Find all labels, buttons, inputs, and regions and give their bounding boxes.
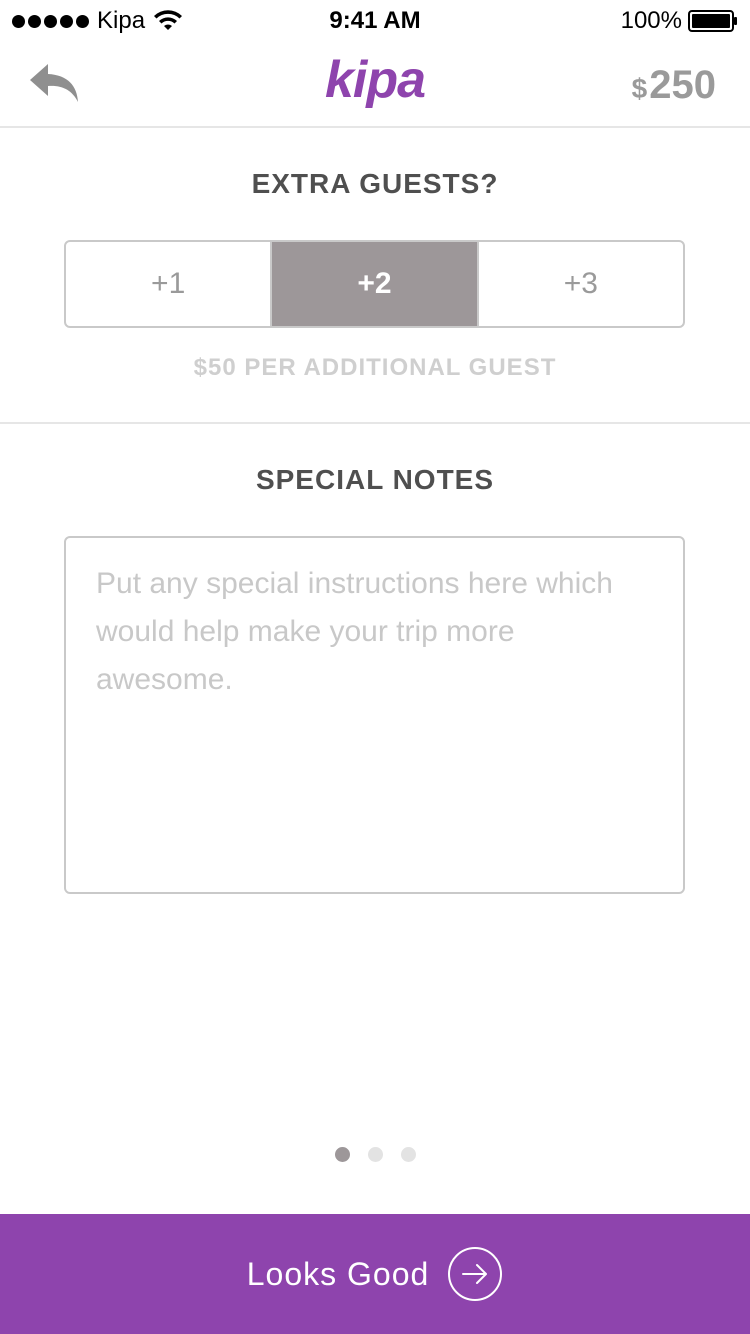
- guest-option-plus-3[interactable]: +3: [479, 242, 683, 326]
- status-bar: Kipa 9:41 AM 100%: [0, 0, 750, 40]
- guest-count-selector: +1 +2 +3: [64, 240, 685, 328]
- guest-option-plus-2[interactable]: +2: [272, 242, 479, 326]
- nav-bar: kipa $250: [0, 40, 750, 128]
- total-price: $250: [632, 62, 716, 108]
- extra-guests-title: EXTRA GUESTS?: [251, 168, 499, 199]
- battery-icon: [688, 10, 737, 32]
- battery-percentage: 100%: [620, 7, 682, 34]
- additional-guest-price-note: $50 PER ADDITIONAL GUEST: [193, 354, 557, 381]
- section-divider: [0, 422, 750, 424]
- guest-option-plus-1[interactable]: +1: [66, 242, 273, 326]
- page-dot: [367, 1147, 383, 1162]
- page-dot-active: [334, 1147, 350, 1162]
- price-currency: $: [631, 73, 648, 104]
- price-amount: 250: [649, 63, 716, 107]
- special-notes-title: SPECIAL NOTES: [255, 464, 495, 495]
- status-right: 100%: [621, 6, 738, 36]
- page-indicator: [0, 1147, 750, 1162]
- guest-option-label: +2: [357, 267, 392, 300]
- arrow-right-circle-icon: [448, 1247, 503, 1301]
- looks-good-button[interactable]: Looks Good: [0, 1214, 750, 1334]
- page-dot: [400, 1147, 416, 1162]
- looks-good-label: Looks Good: [246, 1255, 430, 1292]
- guest-option-label: +3: [563, 267, 598, 300]
- special-notes-input[interactable]: [64, 536, 685, 894]
- guest-option-label: +1: [151, 267, 186, 300]
